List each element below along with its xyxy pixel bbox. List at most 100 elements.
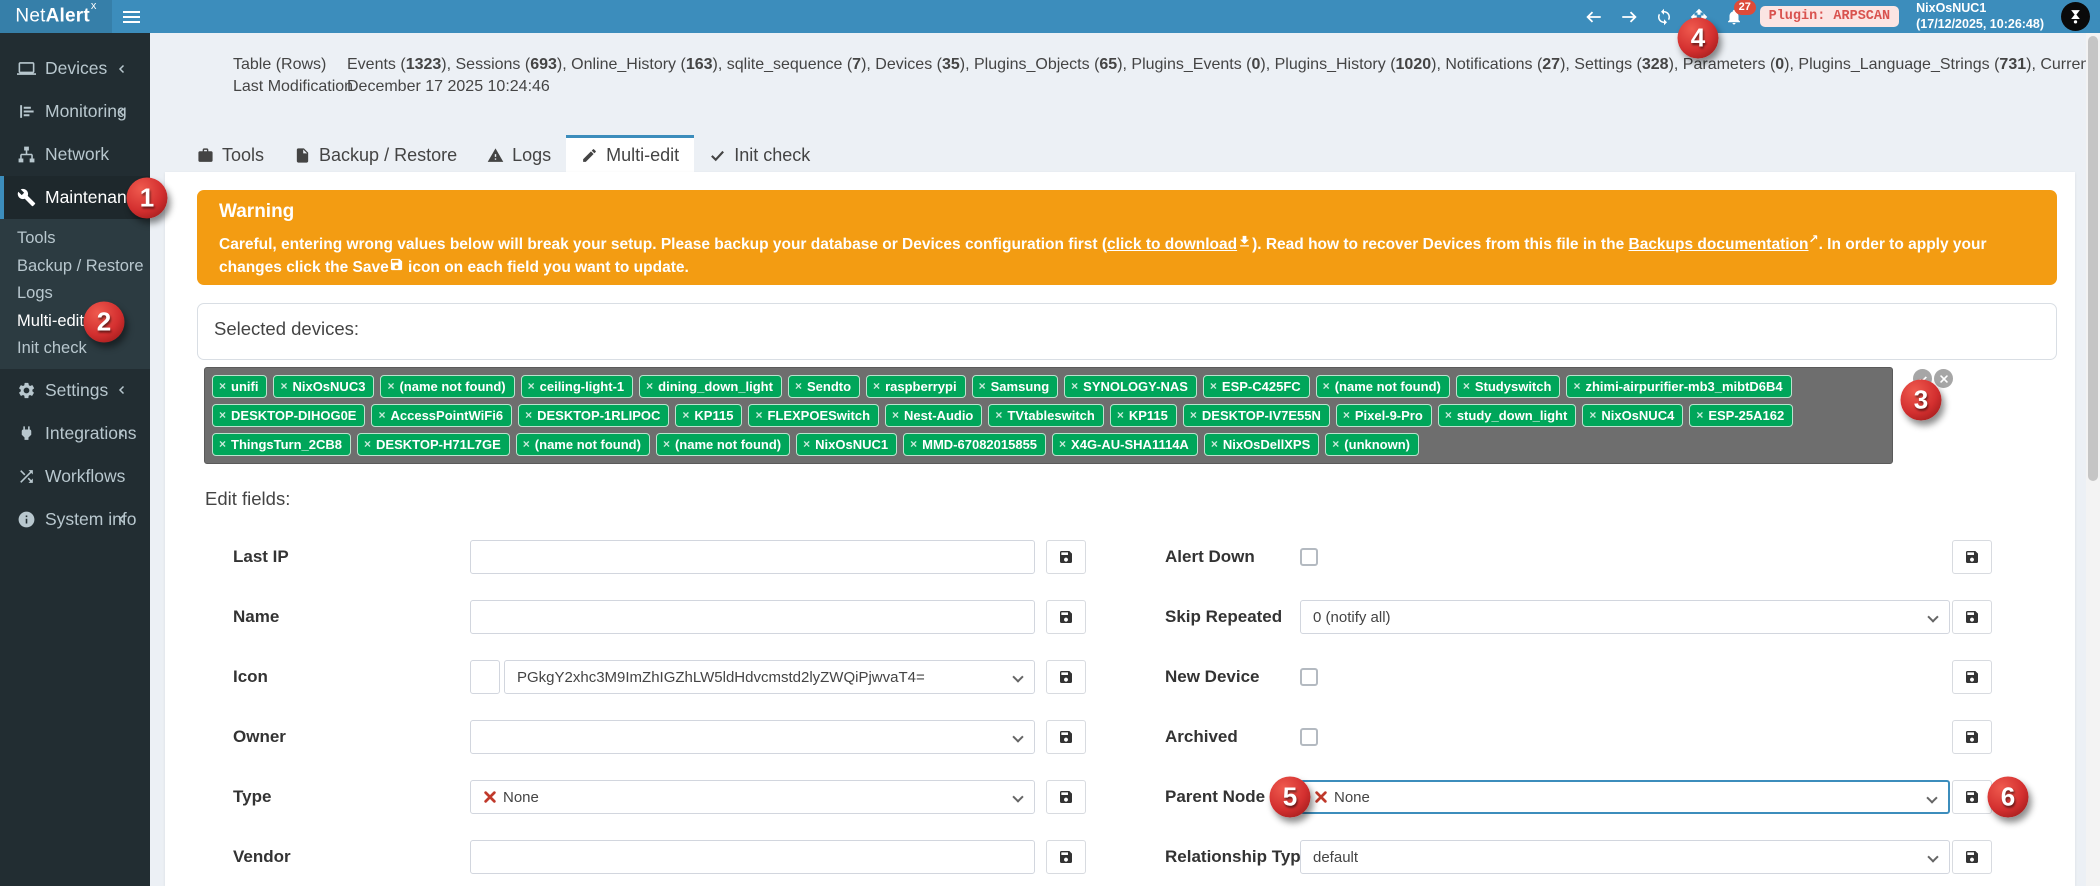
remove-tag-icon[interactable]: ×	[892, 407, 899, 424]
remove-tag-icon[interactable]: ×	[1190, 407, 1197, 424]
selected-devices-multiselect[interactable]: ×unifi ×NixOsNUC3 ×(name not found) ×ceilin…	[204, 367, 1893, 464]
remove-tag-icon[interactable]: ×	[1696, 407, 1703, 424]
remove-tag-icon[interactable]: ×	[1573, 378, 1580, 395]
device-tag[interactable]: ×study_down_light	[1438, 404, 1577, 427]
remove-tag-icon[interactable]: ×	[1463, 378, 1470, 395]
remove-tag-icon[interactable]: ×	[755, 407, 762, 424]
device-tag[interactable]: ×(name not found)	[380, 375, 514, 398]
device-tag[interactable]: ×AccessPointWiFi6	[371, 404, 512, 427]
device-tag[interactable]: ×Nest-Audio	[885, 404, 982, 427]
remove-tag-icon[interactable]: ×	[525, 407, 532, 424]
sidebar-item-monitoring[interactable]: Monitoring	[0, 90, 150, 133]
device-tag[interactable]: ×X4G-AU-SHA1114A	[1052, 433, 1198, 456]
device-tag[interactable]: ×ESP-C425FC	[1203, 375, 1310, 398]
device-tag[interactable]: ×ThingsTurn_2CB8	[212, 433, 351, 456]
device-tag[interactable]: ×Sendto	[788, 375, 860, 398]
device-tag[interactable]: ×DESKTOP-H71L7GE	[357, 433, 510, 456]
remove-tag-icon[interactable]: ×	[1589, 407, 1596, 424]
remove-tag-icon[interactable]: ×	[1332, 436, 1339, 453]
refresh-icon[interactable]	[1655, 8, 1673, 26]
device-tag[interactable]: ×KP115	[675, 404, 742, 427]
sidebar-subitem-init-check[interactable]: Init check	[0, 335, 150, 363]
device-tag[interactable]: ×FLEXPOESwitch	[748, 404, 879, 427]
device-tag[interactable]: ×(name not found)	[1316, 375, 1450, 398]
field-checkbox-archived[interactable]	[1300, 728, 1318, 746]
save-button-skip-repeated[interactable]	[1952, 600, 1992, 634]
device-tag[interactable]: ×DESKTOP-1RLIPOC	[518, 404, 669, 427]
device-tag[interactable]: ×raspberrypi	[866, 375, 966, 398]
remove-tag-icon[interactable]: ×	[378, 407, 385, 424]
device-tag[interactable]: ×unifi	[212, 375, 267, 398]
remove-tag-icon[interactable]: ×	[979, 378, 986, 395]
sidebar-item-devices[interactable]: Devices	[0, 47, 150, 90]
device-tag[interactable]: ×zhimi-airpurifier-mb3_mibtD6B4	[1566, 375, 1791, 398]
tab-init-check[interactable]: Init check	[694, 135, 825, 172]
device-tag[interactable]: ×DESKTOP-DIHOG0E	[212, 404, 365, 427]
back-icon[interactable]	[1585, 8, 1603, 26]
sidebar-subitem-multi-edit[interactable]: Multi-edit	[0, 308, 150, 336]
device-tag[interactable]: ×DESKTOP-IV7E55N	[1183, 404, 1330, 427]
remove-tag-icon[interactable]: ×	[910, 436, 917, 453]
sidebar-item-network[interactable]: Network	[0, 133, 150, 176]
sidebar-subitem-backup-restore[interactable]: Backup / Restore	[0, 253, 150, 281]
device-tag[interactable]: ×KP115	[1110, 404, 1177, 427]
remove-tag-icon[interactable]: ×	[219, 378, 226, 395]
remove-tag-icon[interactable]: ×	[1211, 436, 1218, 453]
device-tag[interactable]: ×NixOsNUC3	[273, 375, 374, 398]
remove-tag-icon[interactable]: ×	[803, 436, 810, 453]
field-select-skip-repeated[interactable]: 0 (notify all)	[1300, 600, 1950, 634]
sidebar-item-settings[interactable]: Settings	[0, 369, 150, 412]
remove-tag-icon[interactable]: ×	[387, 378, 394, 395]
remove-tag-icon[interactable]: ×	[1117, 407, 1124, 424]
device-tag[interactable]: ×Studyswitch	[1456, 375, 1561, 398]
remove-tag-icon[interactable]: ×	[1059, 436, 1066, 453]
sidebar-subitem-logs[interactable]: Logs	[0, 280, 150, 308]
backups-documentation-link[interactable]: Backups documentation	[1629, 236, 1809, 253]
scrollbar-thumb[interactable]	[2088, 36, 2098, 481]
device-tag[interactable]: ×(name not found)	[516, 433, 650, 456]
remove-tag-icon[interactable]: ×	[528, 378, 535, 395]
field-select-parent-node[interactable]: None	[1300, 780, 1950, 814]
remove-tag-icon[interactable]: ×	[795, 378, 802, 395]
tab-tools[interactable]: Tools	[182, 135, 279, 172]
remove-tag-icon[interactable]: ×	[280, 378, 287, 395]
remove-tag-icon[interactable]: ×	[219, 436, 226, 453]
save-button-relationship-type[interactable]	[1952, 840, 1992, 874]
device-tag[interactable]: ×(unknown)	[1325, 433, 1419, 456]
sidebar-item-system-info[interactable]: System info	[0, 498, 150, 541]
device-tag[interactable]: ×Pixel-9-Pro	[1336, 404, 1432, 427]
remove-tag-icon[interactable]: ×	[1071, 378, 1078, 395]
save-button-alert-down[interactable]	[1952, 540, 1992, 574]
device-tag[interactable]: ×MMD-67082015855	[903, 433, 1046, 456]
device-tag[interactable]: ×Samsung	[972, 375, 1059, 398]
device-tag[interactable]: ×TVtableswitch	[988, 404, 1103, 427]
remove-tag-icon[interactable]: ×	[1343, 407, 1350, 424]
remove-tag-icon[interactable]: ×	[682, 407, 689, 424]
download-backup-link[interactable]: click to download	[1107, 236, 1237, 253]
plugin-status-badge[interactable]: Plugin: ARPSCAN	[1760, 6, 1900, 27]
remove-tag-icon[interactable]: ×	[663, 436, 670, 453]
vertical-scrollbar[interactable]	[2086, 33, 2100, 886]
remove-tag-icon[interactable]: ×	[1210, 378, 1217, 395]
remove-tag-icon[interactable]: ×	[873, 378, 880, 395]
avatar[interactable]	[2061, 2, 2090, 31]
device-tag[interactable]: ×NixOsNUC1	[796, 433, 897, 456]
device-tag[interactable]: ×SYNOLOGY-NAS	[1064, 375, 1197, 398]
sidebar-item-integrations[interactable]: Integrations	[0, 412, 150, 455]
device-tag[interactable]: ×dining_down_light	[639, 375, 782, 398]
remove-tag-icon[interactable]: ×	[364, 436, 371, 453]
sidebar-toggle-button[interactable]	[112, 0, 150, 33]
remove-tag-icon[interactable]: ×	[1323, 378, 1330, 395]
remove-tag-icon[interactable]: ×	[646, 378, 653, 395]
field-select-relationship-type[interactable]: default	[1300, 840, 1950, 874]
device-tag[interactable]: ×ceiling-light-1	[521, 375, 634, 398]
notifications-button[interactable]: 27	[1725, 8, 1743, 26]
field-checkbox-new-device[interactable]	[1300, 668, 1318, 686]
save-button-new-device[interactable]	[1952, 660, 1992, 694]
forward-icon[interactable]	[1620, 8, 1638, 26]
field-checkbox-alert-down[interactable]	[1300, 548, 1318, 566]
remove-tag-icon[interactable]: ×	[219, 407, 226, 424]
save-button-archived[interactable]	[1952, 720, 1992, 754]
device-tag[interactable]: ×NixOsDellXPS	[1204, 433, 1319, 456]
app-logo[interactable]: NetAlertx	[0, 0, 112, 33]
